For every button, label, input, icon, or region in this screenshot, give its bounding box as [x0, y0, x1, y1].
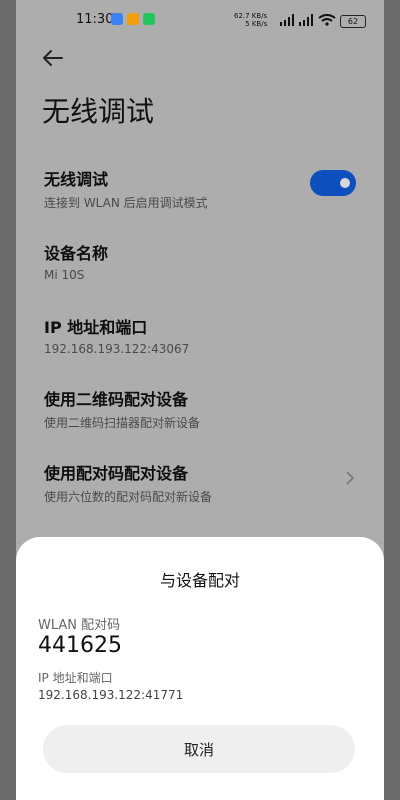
wifi-icon	[318, 14, 336, 26]
dialog-title: 与设备配对	[159, 571, 240, 590]
dialog-ip-label: IP 地址和端口	[38, 671, 113, 685]
signal-icon	[280, 14, 294, 26]
page-title: 无线调试	[42, 95, 155, 128]
status-time: 11:30	[76, 12, 114, 27]
device-name-row[interactable]: 设备名称 Mi 10S	[44, 240, 364, 282]
cancel-button[interactable]: 取消	[43, 725, 355, 773]
code-pair-subtitle: 使用六位数的配对码配对新设备	[44, 490, 213, 504]
phone-screen: 11:30 62.7 KB/s 5 KB/s 62 无线调试 无线调试 连接到 …	[16, 0, 384, 800]
device-name-value: Mi 10S	[44, 268, 85, 282]
device-name-title: 设备名称	[44, 244, 109, 263]
app-blue-icon	[111, 13, 123, 25]
speed-down: 5 KB/s	[245, 20, 268, 28]
signal-icon	[299, 14, 313, 26]
code-pair-title: 使用配对码配对设备	[44, 464, 189, 483]
status-bar: 11:30 62.7 KB/s 5 KB/s 62	[16, 0, 384, 40]
battery-icon: 62	[340, 15, 366, 28]
pair-code: 441625	[38, 633, 122, 658]
toggle-knob	[340, 178, 350, 188]
dialog-ip-value: 192.168.193.122:41771	[38, 688, 184, 702]
pairing-dialog: 与设备配对 WLAN 配对码 441625 IP 地址和端口 192.168.1…	[16, 537, 384, 800]
qr-pair-subtitle: 使用二维码扫描器配对新设备	[44, 416, 201, 430]
speed-up: 62.7 KB/s	[234, 12, 268, 20]
chevron-right-icon	[346, 471, 355, 485]
wireless-debug-toggle[interactable]	[310, 170, 356, 196]
qr-pair-title: 使用二维码配对设备	[44, 390, 189, 409]
network-speed: 62.7 KB/s 5 KB/s	[234, 12, 267, 28]
code-pair-row[interactable]: 使用配对码配对设备 使用六位数的配对码配对新设备	[44, 460, 364, 505]
pair-code-label: WLAN 配对码	[38, 618, 121, 633]
ip-port-title: IP 地址和端口	[44, 318, 148, 337]
app-orange-icon	[127, 13, 139, 25]
ip-port-value: 192.168.193.122:43067	[44, 342, 190, 356]
ip-port-row[interactable]: IP 地址和端口 192.168.193.122:43067	[44, 314, 364, 356]
wireless-debug-subtitle: 连接到 WLAN 后启用调试模式	[44, 196, 208, 210]
app-green-icon	[143, 13, 155, 25]
qr-pair-row[interactable]: 使用二维码配对设备 使用二维码扫描器配对新设备	[44, 386, 364, 431]
back-arrow-icon[interactable]	[40, 45, 66, 71]
